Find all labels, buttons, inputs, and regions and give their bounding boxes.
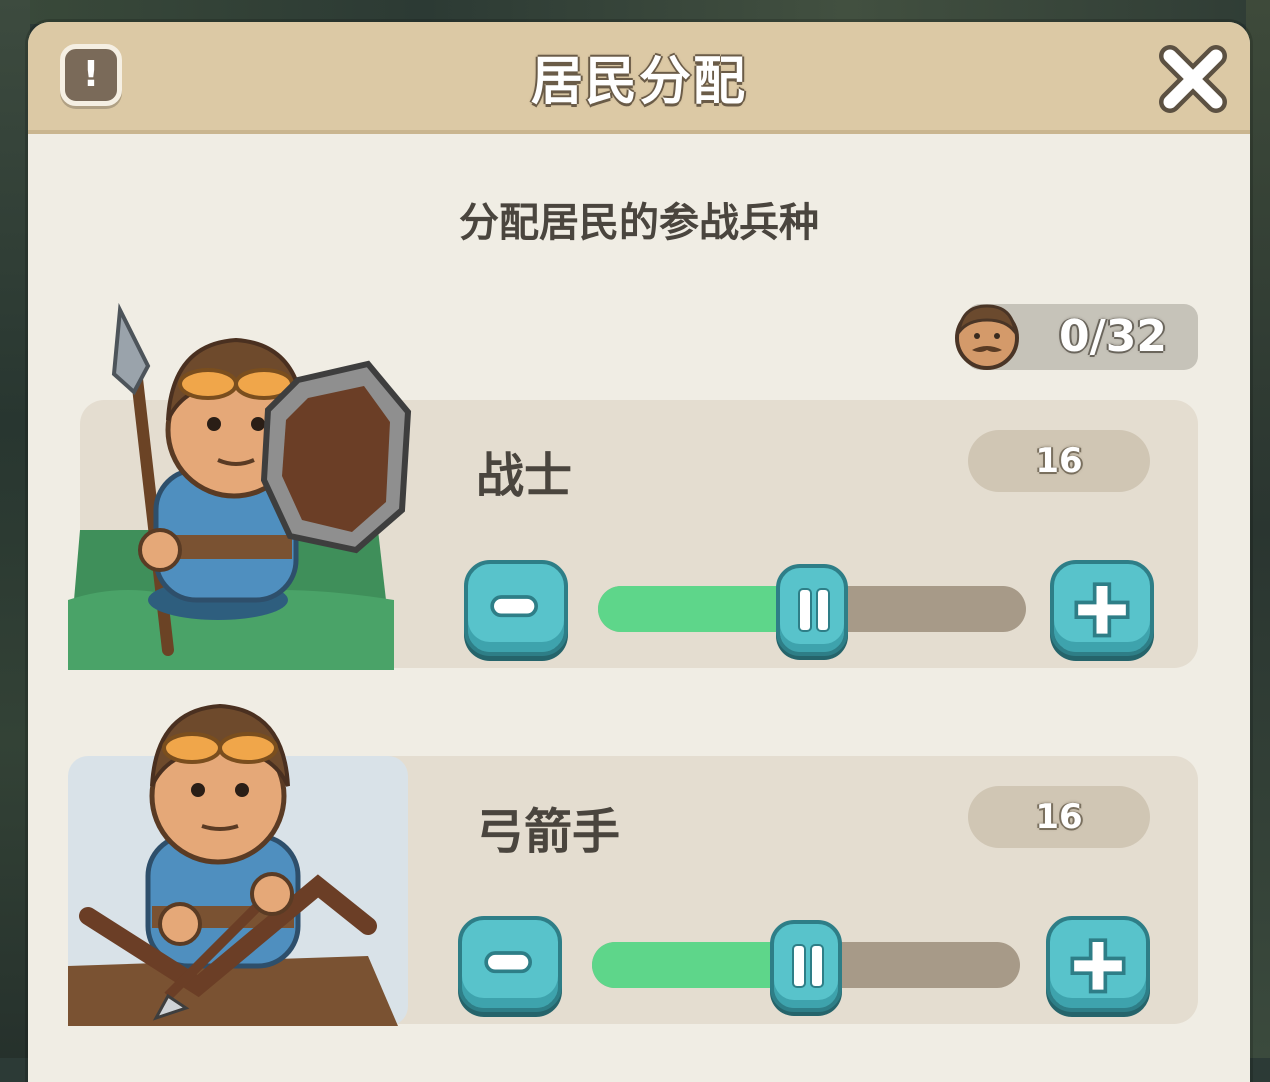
citizen-allocation-dialog: ! 居民分配 分配居民的参战兵种 0/32 战士 16 弓箭手 16 — [28, 22, 1250, 1082]
unit-card-archer: 弓箭手 16 — [68, 703, 1198, 1026]
minus-icon — [484, 951, 532, 974]
plus-icon — [1074, 582, 1130, 638]
allocation-slider-handle[interactable] — [770, 920, 842, 1012]
population-counter: 0/32 — [955, 304, 1198, 370]
unit-name: 战士 — [476, 448, 573, 504]
dialog-header: ! 居民分配 — [28, 22, 1250, 134]
unit-count-badge: 16 — [968, 430, 1150, 492]
minus-icon — [490, 595, 538, 618]
background-left — [0, 0, 30, 1058]
unit-count-badge: 16 — [968, 786, 1150, 848]
unit-card-warrior: 战士 16 — [68, 302, 1198, 670]
dialog-title: 居民分配 — [530, 51, 747, 112]
background-top — [0, 0, 1270, 24]
plus-icon — [1070, 938, 1126, 994]
dialog-subtitle: 分配居民的参战兵种 — [459, 200, 819, 246]
unit-name: 弓箭手 — [476, 804, 621, 860]
close-icon[interactable] — [1154, 40, 1232, 118]
decrease-button[interactable] — [458, 916, 562, 1012]
allocation-slider-handle[interactable] — [776, 564, 848, 656]
archer-portrait — [68, 703, 408, 1026]
increase-button[interactable] — [1046, 916, 1150, 1012]
citizen-face-icon — [955, 304, 1019, 370]
increase-button[interactable] — [1050, 560, 1154, 656]
warrior-portrait — [68, 302, 412, 670]
decrease-button[interactable] — [464, 560, 568, 656]
population-value: 0/32 — [1059, 311, 1167, 362]
